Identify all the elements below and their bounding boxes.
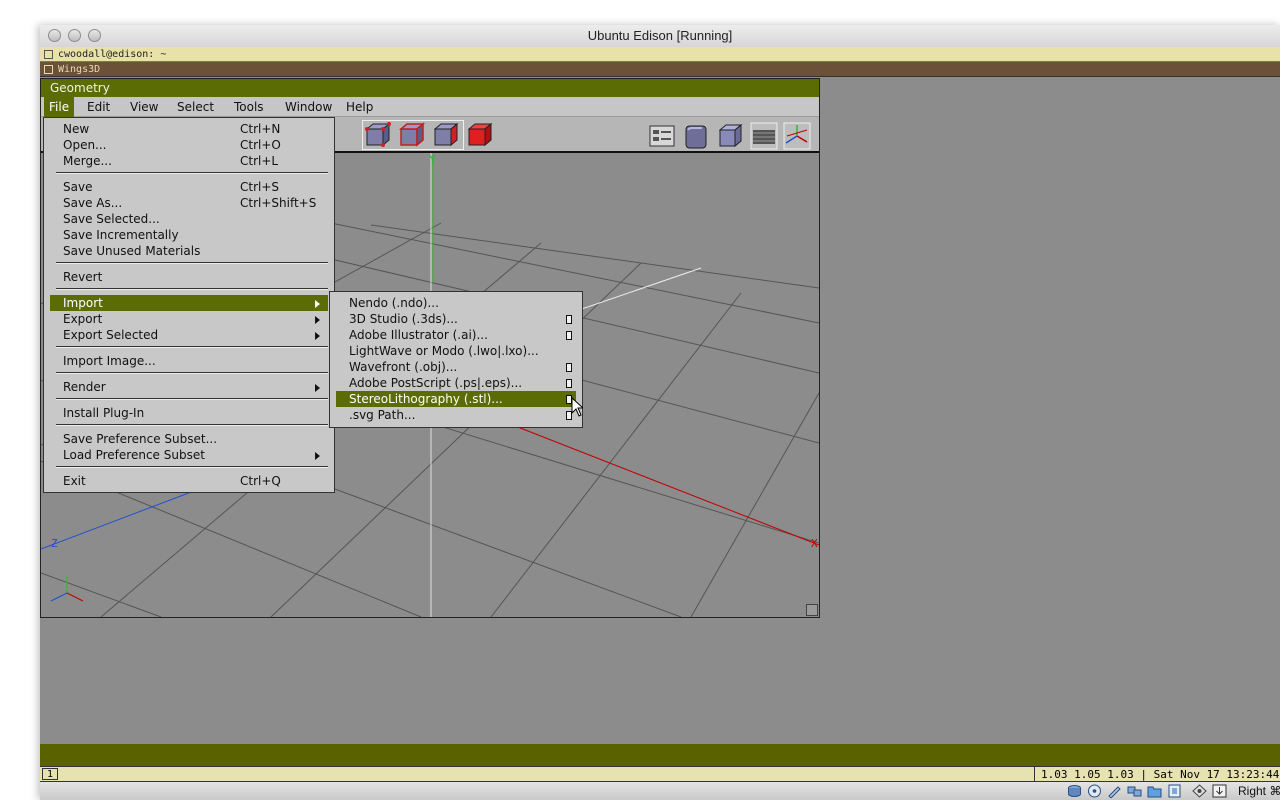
menu-file[interactable]: File [44, 97, 75, 117]
import-item-nendo[interactable]: Nendo (.ndo)... [336, 295, 576, 311]
body-select-cube-icon[interactable] [466, 122, 494, 150]
import-item-lwo[interactable]: LightWave or Modo (.lwo|.lxo)... [336, 343, 576, 359]
face-select-cube-icon[interactable] [432, 122, 460, 150]
import-item-svg[interactable]: .svg Path... [336, 407, 576, 423]
display-icon[interactable] [1167, 784, 1182, 798]
menu-item-export-selected[interactable]: Export Selected [50, 327, 328, 343]
menu-item-render[interactable]: Render [50, 379, 328, 395]
menu-separator [56, 172, 328, 174]
menu-separator [56, 346, 328, 348]
options-box-icon[interactable] [566, 315, 572, 324]
submenu-arrow-icon [315, 316, 320, 324]
window-box-icon[interactable] [44, 65, 53, 74]
z-axis-label: Z [51, 537, 58, 550]
options-box-icon[interactable] [566, 379, 572, 388]
usb-pen-icon[interactable] [1107, 784, 1122, 798]
terminal-title-bar[interactable]: cwoodall@edison: ~ [40, 47, 1280, 62]
menu-item-load-preference-subset[interactable]: Load Preference Subset [50, 447, 328, 463]
options-box-icon[interactable] [566, 331, 572, 340]
menu-item-open[interactable]: Open... Ctrl+O [50, 137, 328, 153]
import-item-ai[interactable]: Adobe Illustrator (.ai)... [336, 327, 576, 343]
outliner-icon[interactable] [648, 122, 676, 150]
import-item-ps[interactable]: Adobe PostScript (.ps|.eps)... [336, 375, 576, 391]
submenu-arrow-icon [315, 300, 320, 308]
menu-tools[interactable]: Tools [229, 97, 269, 117]
taskbar-strip [40, 744, 1280, 766]
import-item-obj[interactable]: Wavefront (.obj)... [336, 359, 576, 375]
menu-separator [56, 466, 328, 468]
menu-item-save-unused-materials[interactable]: Save Unused Materials [50, 243, 328, 259]
vm-window: Ubuntu Edison [Running] cwoodall@edison:… [40, 25, 1280, 800]
menu-item-export[interactable]: Export [50, 311, 328, 327]
menu-item-save-as[interactable]: Save As... Ctrl+Shift+S [50, 195, 328, 211]
menu-edit[interactable]: Edit [82, 97, 115, 117]
virtualbox-status-bar: Right ⌘ [40, 782, 1280, 800]
y-axis-label: Y [429, 153, 436, 166]
vertex-select-cube-icon[interactable] [364, 122, 392, 150]
wings-title: Wings3D [58, 64, 101, 75]
menu-separator [56, 288, 328, 290]
terminal-title: cwoodall@edison: ~ [58, 49, 167, 60]
keyboard-capture-icon[interactable] [1212, 784, 1227, 798]
ground-grid-icon[interactable] [750, 122, 778, 150]
hard-disk-icon[interactable] [1067, 784, 1082, 798]
smooth-shading-icon[interactable] [682, 122, 710, 150]
menu-separator [56, 372, 328, 374]
menu-item-revert[interactable]: Revert [50, 269, 328, 285]
mouse-cursor-icon [571, 397, 583, 417]
menu-item-save-incrementally[interactable]: Save Incrementally [50, 227, 328, 243]
vm-window-title: Ubuntu Edison [Running] [587, 28, 733, 43]
menu-item-import-image[interactable]: Import Image... [50, 353, 328, 369]
vm-titlebar: Ubuntu Edison [Running] [40, 25, 1280, 48]
geometry-title: Geometry [50, 81, 110, 95]
flat-shading-cube-icon[interactable] [716, 122, 744, 150]
options-box-icon[interactable] [566, 363, 572, 372]
submenu-arrow-icon [315, 332, 320, 340]
status-strip: 1 1.03 1.05 1.03 | Sat Nov 17 13:23:44 E… [40, 766, 1280, 782]
menu-item-merge[interactable]: Merge... Ctrl+L [50, 153, 328, 169]
window-box-icon[interactable] [44, 50, 53, 59]
menu-window[interactable]: Window [280, 97, 337, 117]
wings-title-bar[interactable]: Wings3D [40, 62, 1280, 77]
import-item-3ds[interactable]: 3D Studio (.3ds)... [336, 311, 576, 327]
menu-item-save[interactable]: Save Ctrl+S [50, 179, 328, 195]
menu-separator [56, 398, 328, 400]
shared-folder-icon[interactable] [1147, 784, 1162, 798]
system-clock: 1.03 1.05 1.03 | Sat Nov 17 13:23:44 EST [1034, 767, 1280, 781]
menu-item-exit[interactable]: Exit Ctrl+Q [50, 473, 328, 489]
menubar: File Edit View Select Tools Window Help [41, 97, 819, 117]
axes-toggle-icon[interactable] [783, 122, 811, 150]
menu-item-save-selected[interactable]: Save Selected... [50, 211, 328, 227]
submenu-arrow-icon [315, 452, 320, 460]
menu-help[interactable]: Help [341, 97, 378, 117]
menu-item-install-plugin[interactable]: Install Plug-In [50, 405, 328, 421]
virtualization-icon[interactable] [1192, 784, 1207, 798]
edge-select-cube-icon[interactable] [398, 122, 426, 150]
import-item-stl[interactable]: StereoLithography (.stl)... [336, 391, 576, 407]
menu-item-new[interactable]: New Ctrl+N [50, 121, 328, 137]
host-key-label: Right ⌘ [1238, 784, 1280, 798]
resize-grip-icon[interactable] [806, 604, 818, 616]
import-submenu: Nendo (.ndo)... 3D Studio (.3ds)... Adob… [329, 291, 583, 428]
menu-view[interactable]: View [125, 97, 163, 117]
submenu-arrow-icon [315, 384, 320, 392]
menu-item-import[interactable]: Import [50, 295, 328, 311]
workspace-indicator[interactable]: 1 [42, 768, 58, 780]
menu-separator [56, 262, 328, 264]
x-axis-label: X [811, 537, 818, 550]
geometry-title-bar[interactable]: Geometry [41, 79, 819, 97]
menu-select[interactable]: Select [172, 97, 219, 117]
menu-separator [56, 424, 328, 426]
menu-item-save-preference-subset[interactable]: Save Preference Subset... [50, 431, 328, 447]
optical-disc-icon[interactable] [1087, 784, 1102, 798]
network-icon[interactable] [1127, 784, 1142, 798]
file-menu: New Ctrl+N Open... Ctrl+O Merge... Ctrl+… [43, 117, 335, 493]
